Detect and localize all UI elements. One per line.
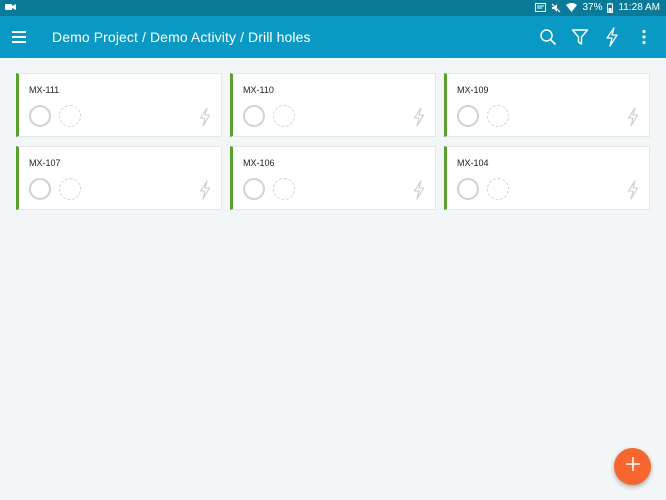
battery-icon xyxy=(607,2,614,13)
lightning-icon[interactable] xyxy=(602,25,622,49)
more-vert-icon[interactable] xyxy=(634,25,654,49)
search-icon[interactable] xyxy=(538,25,558,49)
clock: 11:28 AM xyxy=(618,2,660,13)
wifi-icon xyxy=(566,3,578,12)
page-title: Demo Project / Demo Activity / Drill hol… xyxy=(52,29,311,45)
lightning-icon[interactable] xyxy=(627,107,639,127)
lightning-icon[interactable] xyxy=(627,180,639,200)
pending-circle-icon[interactable] xyxy=(273,105,295,127)
drill-hole-name: MX-111 xyxy=(29,85,60,95)
drill-hole-name: MX-109 xyxy=(457,85,489,95)
filter-icon[interactable] xyxy=(570,25,590,49)
drill-hole-card[interactable]: MX-107 xyxy=(16,146,222,210)
status-circle-icon[interactable] xyxy=(243,105,265,127)
app-bar: Demo Project / Demo Activity / Drill hol… xyxy=(0,16,666,58)
menu-icon[interactable] xyxy=(10,28,28,46)
status-bar: 37% 11:28 AM xyxy=(0,0,666,16)
drill-hole-grid: MX-111 MX-110 MX-109 MX-107 MX-106 MX-10… xyxy=(16,73,652,210)
drill-hole-name: MX-110 xyxy=(243,85,274,95)
status-circle-icon[interactable] xyxy=(29,105,51,127)
pending-circle-icon[interactable] xyxy=(273,178,295,200)
status-circle-icon[interactable] xyxy=(29,178,51,200)
drill-hole-name: MX-104 xyxy=(457,158,489,168)
pending-circle-icon[interactable] xyxy=(487,178,509,200)
drill-hole-card[interactable]: MX-109 xyxy=(444,73,650,137)
status-circle-icon[interactable] xyxy=(457,178,479,200)
pending-circle-icon[interactable] xyxy=(59,178,81,200)
pending-circle-icon[interactable] xyxy=(59,105,81,127)
add-button[interactable] xyxy=(614,448,651,485)
lightning-icon[interactable] xyxy=(199,107,211,127)
pending-circle-icon[interactable] xyxy=(487,105,509,127)
lightning-icon[interactable] xyxy=(199,180,211,200)
drill-hole-card[interactable]: MX-104 xyxy=(444,146,650,210)
status-circle-icon[interactable] xyxy=(457,105,479,127)
plus-icon xyxy=(624,455,642,478)
video-icon xyxy=(5,3,16,14)
battery-level: 37% xyxy=(582,2,603,13)
drill-hole-name: MX-107 xyxy=(29,158,61,168)
lightning-icon[interactable] xyxy=(413,180,425,200)
mute-icon xyxy=(551,3,561,13)
status-circle-icon[interactable] xyxy=(243,178,265,200)
drill-hole-card[interactable]: MX-106 xyxy=(230,146,436,210)
drill-hole-name: MX-106 xyxy=(243,158,275,168)
cast-icon xyxy=(535,3,547,12)
drill-hole-card[interactable]: MX-110 xyxy=(230,73,436,137)
drill-hole-card[interactable]: MX-111 xyxy=(16,73,222,137)
lightning-icon[interactable] xyxy=(413,107,425,127)
